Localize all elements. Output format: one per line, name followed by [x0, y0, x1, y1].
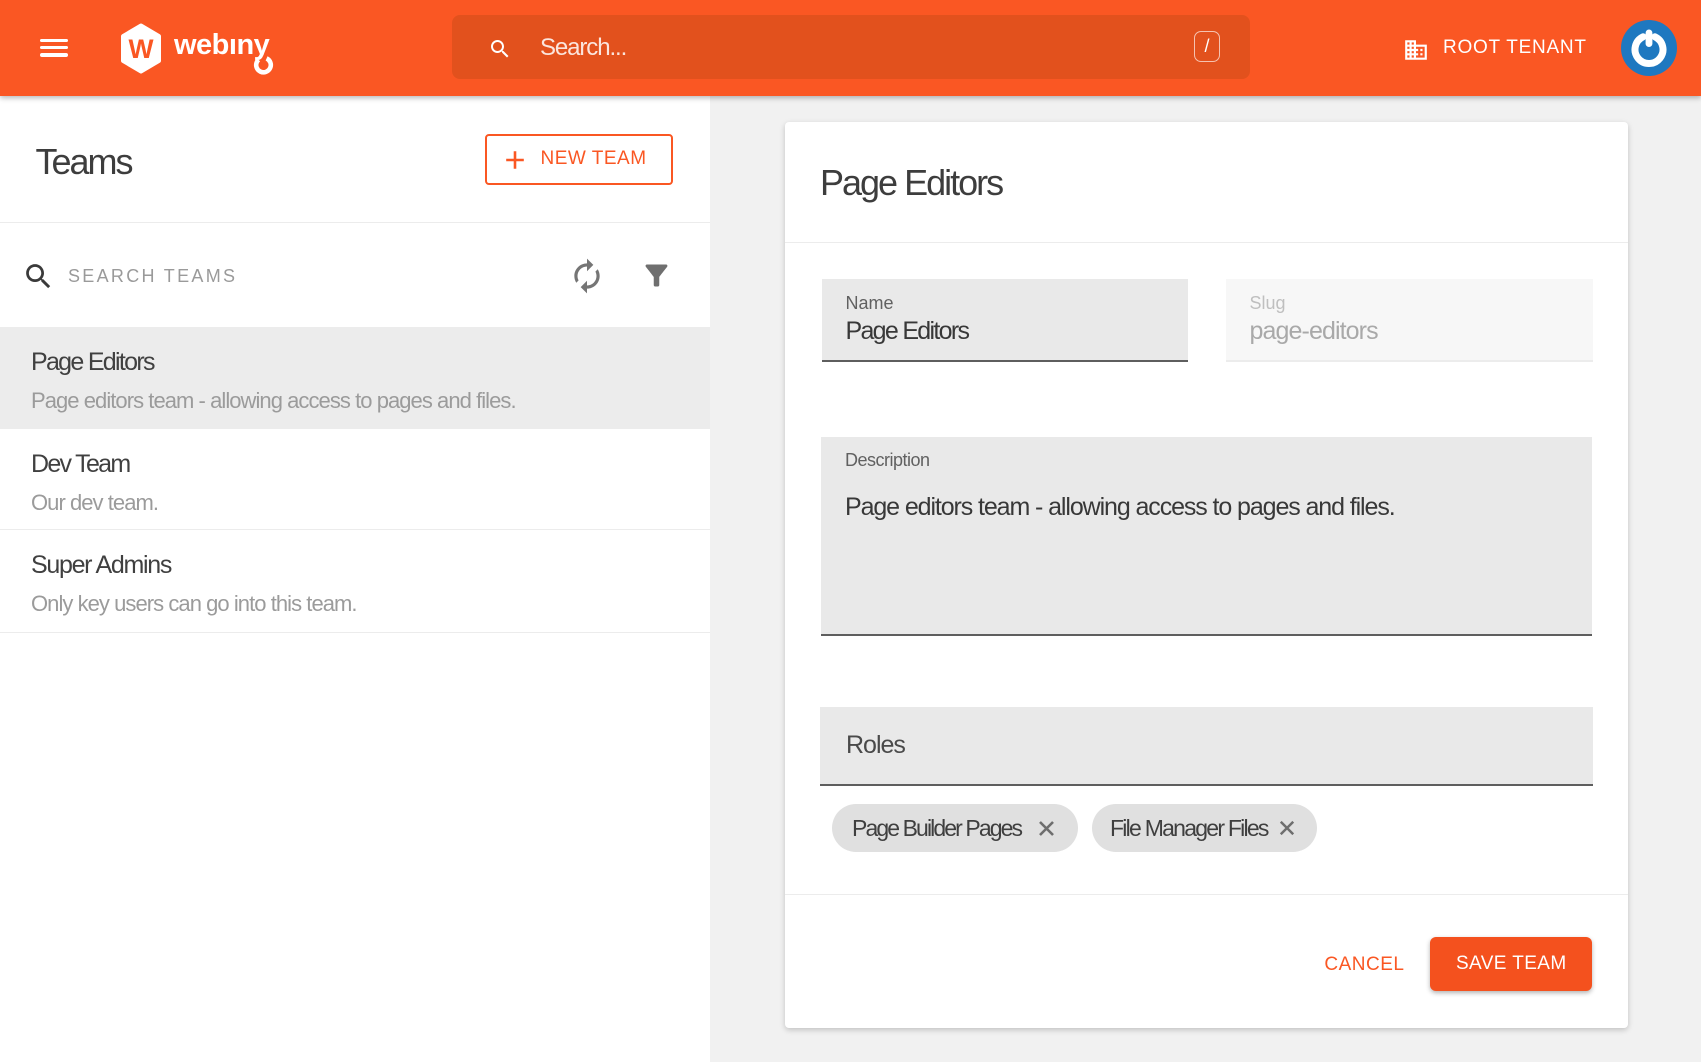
- svg-text:W: W: [128, 34, 153, 64]
